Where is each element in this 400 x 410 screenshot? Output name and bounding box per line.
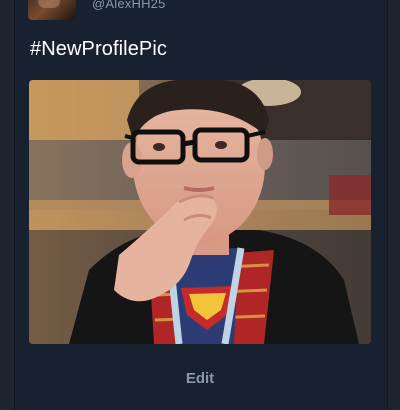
user-handle[interactable]: @AlexHH25 bbox=[92, 0, 166, 11]
photo-illustration bbox=[29, 80, 371, 344]
tweet-media-image[interactable] bbox=[29, 80, 371, 344]
edit-button[interactable]: Edit bbox=[0, 370, 400, 387]
tweet-text: #NewProfilePic bbox=[30, 38, 168, 60]
profile-avatar-image[interactable] bbox=[28, 0, 76, 20]
avatar-highlight bbox=[38, 0, 60, 8]
